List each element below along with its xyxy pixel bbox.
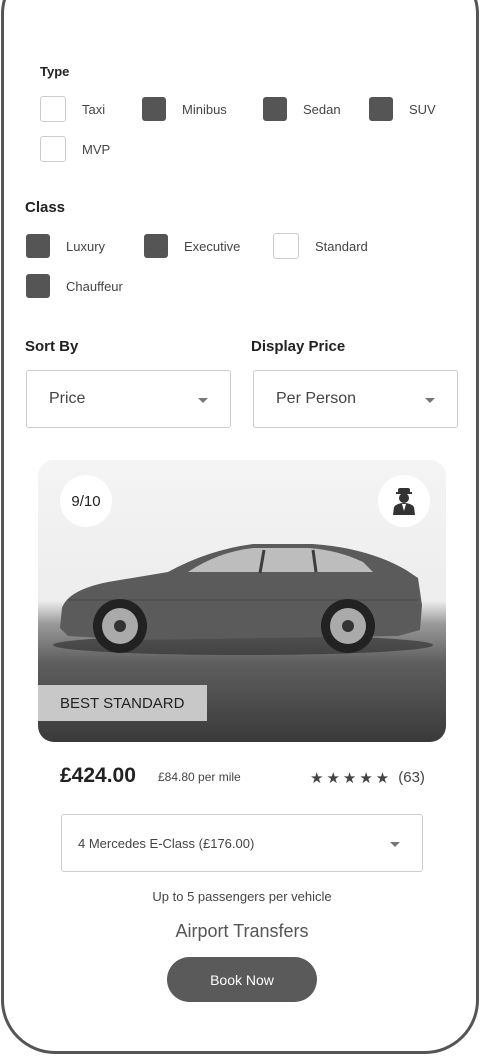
type-option-mvp[interactable]: MVP xyxy=(40,136,110,162)
display-price-select[interactable]: Per Person xyxy=(253,370,458,428)
chevron-down-icon xyxy=(390,842,400,847)
vehicle-option-value: 4 Mercedes E-Class (£176.00) xyxy=(78,835,255,851)
type-option-minibus[interactable]: Minibus xyxy=(142,97,227,121)
chauffeur-icon xyxy=(378,475,430,527)
executive-label: Executive xyxy=(184,238,241,254)
score-badge: 9/10 xyxy=(60,475,112,527)
display-price-value: Per Person xyxy=(276,390,357,407)
chauffeur-label: Chauffeur xyxy=(66,278,123,294)
suv-checkbox[interactable] xyxy=(369,97,393,121)
star-rating-icon: ★★★★★ xyxy=(310,770,393,787)
sedan-checkbox[interactable] xyxy=(263,97,287,121)
class-option-luxury[interactable]: Luxury xyxy=(26,234,105,258)
review-count: (63) xyxy=(398,769,425,786)
executive-checkbox[interactable] xyxy=(144,234,168,258)
standard-label: Standard xyxy=(315,238,368,254)
vehicle-option-select[interactable]: 4 Mercedes E-Class (£176.00) xyxy=(61,814,423,872)
type-option-sedan[interactable]: Sedan xyxy=(263,97,341,121)
taxi-checkbox[interactable] xyxy=(40,96,66,122)
minibus-label: Minibus xyxy=(182,101,227,117)
passenger-capacity: Up to 5 passengers per vehicle xyxy=(152,889,332,904)
chevron-down-icon xyxy=(198,398,208,403)
sedan-label: Sedan xyxy=(303,101,341,117)
best-standard-badge: BEST STANDARD xyxy=(38,685,207,721)
chauffeur-checkbox[interactable] xyxy=(26,274,50,298)
book-now-button[interactable]: Book Now xyxy=(167,957,317,1002)
total-price: £424.00 xyxy=(60,764,136,787)
sort-by-label: Sort By xyxy=(25,338,79,355)
type-heading: Type xyxy=(40,64,70,79)
rating: ★★★★★ (63) xyxy=(310,769,425,787)
type-option-taxi[interactable]: Taxi xyxy=(40,96,105,122)
service-name: Airport Transfers xyxy=(175,921,309,941)
class-option-executive[interactable]: Executive xyxy=(144,234,240,258)
mvp-label: MVP xyxy=(82,141,111,157)
per-mile-price: £84.80 per mile xyxy=(158,770,241,784)
mvp-checkbox[interactable] xyxy=(40,136,66,162)
chevron-down-icon xyxy=(425,398,435,403)
vehicle-card[interactable]: 9/10 BEST STANDARD xyxy=(38,460,446,742)
luxury-checkbox[interactable] xyxy=(26,234,50,258)
minibus-checkbox[interactable] xyxy=(142,97,166,121)
class-option-chauffeur[interactable]: Chauffeur xyxy=(26,274,123,298)
taxi-label: Taxi xyxy=(82,101,106,117)
suv-label: SUV xyxy=(409,101,436,117)
standard-checkbox[interactable] xyxy=(273,233,299,259)
luxury-label: Luxury xyxy=(66,238,106,254)
sort-by-select[interactable]: Price xyxy=(26,370,231,428)
display-price-label: Display Price xyxy=(251,338,346,355)
class-option-standard[interactable]: Standard xyxy=(273,233,368,259)
sort-by-value: Price xyxy=(49,390,86,407)
type-option-suv[interactable]: SUV xyxy=(369,97,436,121)
class-heading: Class xyxy=(25,199,66,216)
